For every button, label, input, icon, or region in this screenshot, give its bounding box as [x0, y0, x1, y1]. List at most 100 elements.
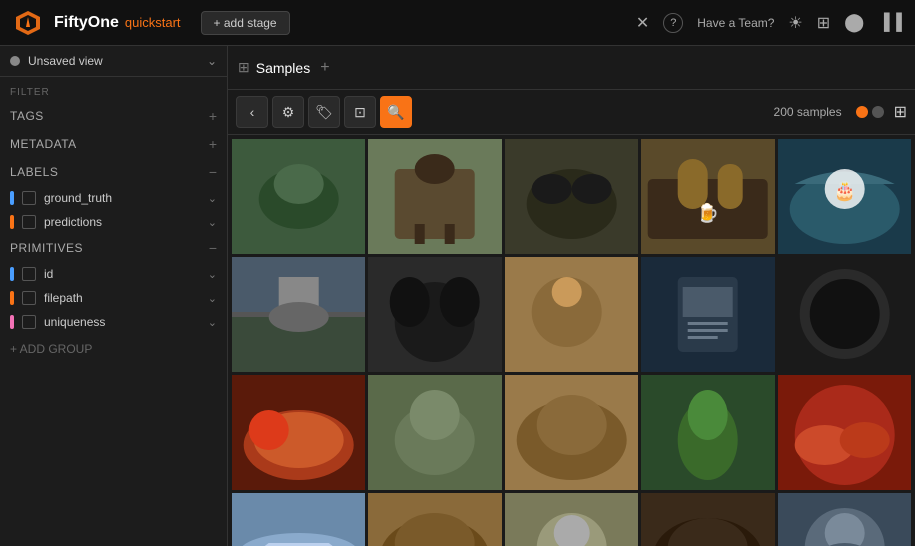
predictions-chevron-icon: ⌄ — [208, 216, 217, 229]
grid-cell-19[interactable] — [641, 493, 774, 546]
image-placeholder-13 — [505, 375, 638, 490]
grid-cell-11[interactable] — [232, 375, 365, 490]
labels-label: LABELS — [10, 165, 209, 179]
content-area: ⊞ Samples + ‹ ⚙ 🏷 ⊡ 🔍 200 samples — [228, 46, 915, 546]
grid-icon[interactable]: ⊞ — [817, 13, 830, 33]
back-icon: ‹ — [250, 104, 255, 120]
primitive-id[interactable]: id ⌄ — [0, 262, 227, 286]
image-placeholder-6 — [232, 257, 365, 372]
primitives-label: PRIMITIVES — [10, 241, 209, 255]
settings-button[interactable]: ⚙ — [272, 96, 304, 128]
grid-cell-7[interactable] — [368, 257, 501, 372]
image-placeholder-20 — [778, 493, 911, 546]
settings-icon: ⚙ — [282, 104, 295, 121]
ground-truth-label: ground_truth — [44, 191, 208, 205]
grid-cell-18[interactable] — [505, 493, 638, 546]
back-button[interactable]: ‹ — [236, 96, 268, 128]
grid-cell-17[interactable] — [368, 493, 501, 546]
layout-button[interactable]: ⊡ — [344, 96, 376, 128]
toolbar: ‹ ⚙ 🏷 ⊡ 🔍 200 samples ⊞ — [228, 90, 915, 135]
grid-cell-8[interactable] — [505, 257, 638, 372]
primitives-collapse-icon[interactable]: − — [209, 240, 217, 256]
menu-icon[interactable]: ▐▐ — [878, 14, 903, 32]
id-checkbox[interactable] — [22, 267, 36, 281]
labels-collapse-icon[interactable]: − — [209, 164, 217, 180]
app-header: FiftyOne quickstart + add stage ✕ ? Have… — [0, 0, 915, 46]
predictions-color — [10, 215, 14, 229]
image-placeholder-18 — [505, 493, 638, 546]
grid-cell-13[interactable] — [505, 375, 638, 490]
tags-label: TAGS — [10, 109, 209, 123]
close-icon[interactable]: ✕ — [636, 13, 649, 33]
predictions-checkbox[interactable] — [22, 215, 36, 229]
image-placeholder-10 — [778, 257, 911, 372]
add-stage-button[interactable]: + add stage — [201, 11, 290, 35]
grid-cell-15[interactable] — [778, 375, 911, 490]
samples-tab[interactable]: Samples — [256, 60, 310, 76]
image-placeholder-8 — [505, 257, 638, 372]
primitive-uniqueness[interactable]: uniqueness ⌄ — [0, 310, 227, 334]
have-team-text: Have a Team? — [697, 16, 774, 30]
image-placeholder-4: 🍺 — [641, 139, 774, 254]
id-label: id — [44, 267, 208, 281]
image-placeholder-11 — [232, 375, 365, 490]
grid-cell-14[interactable] — [641, 375, 774, 490]
id-chevron-icon: ⌄ — [208, 268, 217, 281]
grid-cell-16[interactable] — [232, 493, 365, 546]
ground-truth-checkbox[interactable] — [22, 191, 36, 205]
grid-cell-6[interactable] — [232, 257, 365, 372]
toggle-left — [856, 106, 868, 118]
filepath-label: filepath — [44, 291, 208, 305]
grid-cell-5[interactable]: 🎂 — [778, 139, 911, 254]
help-icon[interactable]: ? — [663, 13, 683, 33]
grid-view-button[interactable]: ⊞ — [894, 102, 907, 122]
view-selector[interactable]: Unsaved view ⌄ — [0, 46, 227, 77]
grid-view-icon: ⊞ — [238, 59, 250, 76]
image-placeholder-17 — [368, 493, 501, 546]
tags-add-icon[interactable]: + — [209, 108, 217, 124]
image-placeholder-15 — [778, 375, 911, 490]
grid-cell-12[interactable] — [368, 375, 501, 490]
grid-cell-2[interactable] — [368, 139, 501, 254]
label-ground-truth[interactable]: ground_truth ⌄ — [0, 186, 227, 210]
image-placeholder-12 — [368, 375, 501, 490]
metadata-row[interactable]: METADATA + — [0, 130, 227, 158]
image-placeholder-16 — [232, 493, 365, 546]
add-group-button[interactable]: + ADD GROUP — [0, 334, 227, 364]
app-name: FiftyOne — [54, 14, 119, 32]
sun-icon[interactable]: ☀ — [788, 13, 802, 33]
content-header: ⊞ Samples + — [228, 46, 915, 90]
grid-cell-20[interactable] — [778, 493, 911, 546]
grid-cell-9[interactable] — [641, 257, 774, 372]
filepath-checkbox[interactable] — [22, 291, 36, 305]
image-placeholder-5: 🎂 — [778, 139, 911, 254]
github-icon[interactable]: ⬤ — [844, 12, 864, 33]
primitive-filepath[interactable]: filepath ⌄ — [0, 286, 227, 310]
sidebar: Unsaved view ⌄ FILTER TAGS + METADATA + … — [0, 46, 228, 546]
metadata-add-icon[interactable]: + — [209, 136, 217, 152]
layout-icon: ⊡ — [354, 104, 366, 121]
grid-cell-4[interactable]: 🍺 — [641, 139, 774, 254]
add-tab-icon[interactable]: + — [320, 59, 329, 77]
label-predictions[interactable]: predictions ⌄ — [0, 210, 227, 234]
image-placeholder-3 — [505, 139, 638, 254]
grid-cell-1[interactable] — [232, 139, 365, 254]
labels-row[interactable]: LABELS − — [0, 158, 227, 186]
speed-toggle[interactable] — [856, 106, 884, 118]
tags-row[interactable]: TAGS + — [0, 102, 227, 130]
image-placeholder-2 — [368, 139, 501, 254]
image-placeholder-1 — [232, 139, 365, 254]
grid-cell-10[interactable] — [778, 257, 911, 372]
primitives-row[interactable]: PRIMITIVES − — [0, 234, 227, 262]
uniqueness-color — [10, 315, 14, 329]
image-placeholder-19 — [641, 493, 774, 546]
image-placeholder-9 — [641, 257, 774, 372]
tag-button[interactable]: 🏷 — [308, 96, 340, 128]
grid-cell-3[interactable] — [505, 139, 638, 254]
search-button[interactable]: 🔍 — [380, 96, 412, 128]
ground-truth-color — [10, 191, 14, 205]
uniqueness-label: uniqueness — [44, 315, 208, 329]
samples-count: 200 samples — [774, 105, 842, 119]
app-logo — [12, 7, 44, 39]
uniqueness-checkbox[interactable] — [22, 315, 36, 329]
